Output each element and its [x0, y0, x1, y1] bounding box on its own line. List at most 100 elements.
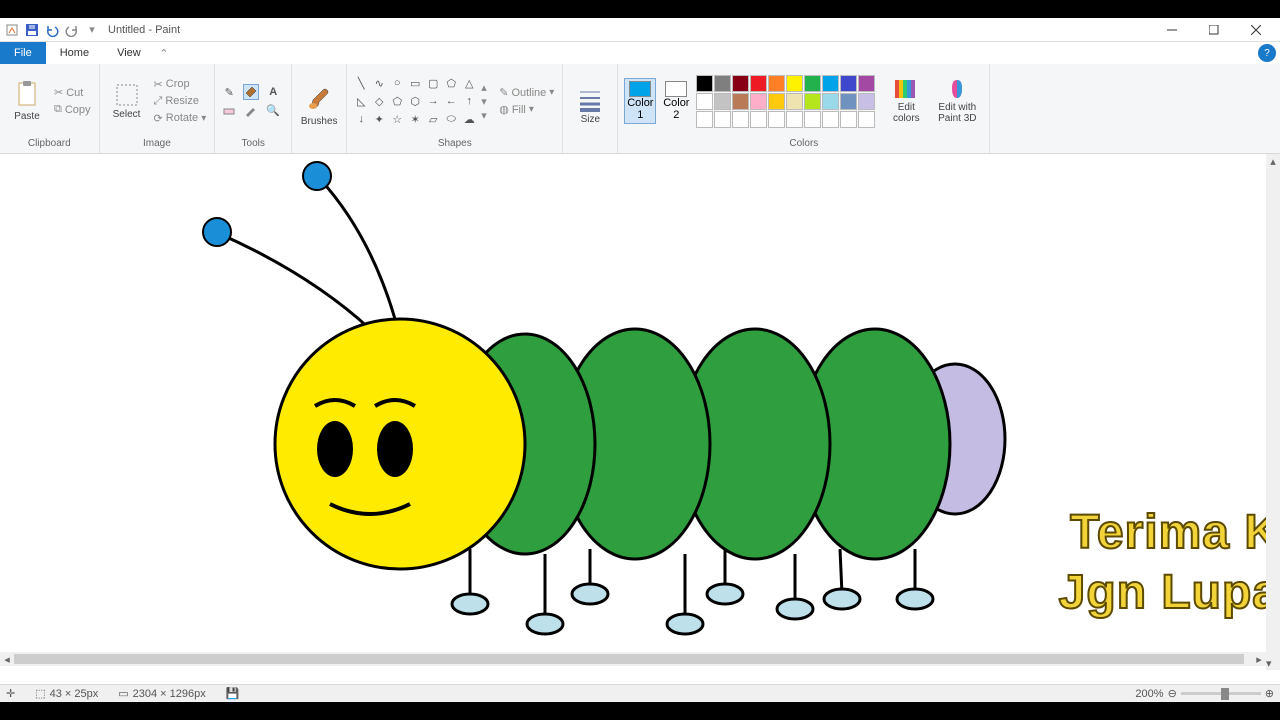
- color1-button[interactable]: Color 1: [624, 78, 656, 124]
- shapes-gallery[interactable]: ╲ ∿ ○ ▭ ▢ ⬠ △ ◺ ◇ ⬠ ⬡ → ← ↑ ↓ ✦ ☆: [353, 75, 477, 127]
- arrow-d-shape[interactable]: ↓: [353, 111, 369, 127]
- arrow-l-shape[interactable]: ←: [443, 93, 459, 109]
- edit-paint3d-button[interactable]: Edit with Paint 3D: [931, 78, 983, 124]
- ribbon-collapse-icon[interactable]: ⌃: [155, 44, 173, 62]
- pencil-tool[interactable]: ✎: [221, 84, 237, 100]
- star4-shape[interactable]: ✦: [371, 111, 387, 127]
- custom-swatch[interactable]: [714, 111, 731, 128]
- scroll-up-icon[interactable]: ▴: [1266, 154, 1280, 168]
- undo-icon[interactable]: [44, 22, 60, 38]
- text-tool[interactable]: A: [265, 84, 281, 100]
- vertical-scrollbar[interactable]: ▴ ▾: [1266, 154, 1280, 670]
- swatch[interactable]: [858, 75, 875, 92]
- swatch[interactable]: [804, 93, 821, 110]
- line-shape[interactable]: ╲: [353, 75, 369, 91]
- diamond-shape[interactable]: ◇: [371, 93, 387, 109]
- triangle-shape[interactable]: △: [461, 75, 477, 91]
- swatch[interactable]: [696, 75, 713, 92]
- star6-shape[interactable]: ✶: [407, 111, 423, 127]
- swatch[interactable]: [714, 93, 731, 110]
- hexagon-shape[interactable]: ⬡: [407, 93, 423, 109]
- help-icon[interactable]: ?: [1258, 44, 1276, 62]
- custom-swatch[interactable]: [732, 111, 749, 128]
- fill-tool[interactable]: [243, 84, 259, 100]
- custom-swatch[interactable]: [822, 111, 839, 128]
- zoom-out-button[interactable]: ⊖: [1168, 687, 1177, 700]
- swatch[interactable]: [714, 75, 731, 92]
- custom-swatch[interactable]: [696, 111, 713, 128]
- outline-button[interactable]: ✎Outline ▾: [497, 85, 556, 100]
- close-button[interactable]: [1236, 19, 1276, 41]
- roundrect-shape[interactable]: ▢: [425, 75, 441, 91]
- swatch[interactable]: [822, 93, 839, 110]
- cut-button[interactable]: ✂Cut: [52, 85, 93, 100]
- star5-shape[interactable]: ☆: [389, 111, 405, 127]
- arrow-r-shape[interactable]: →: [425, 93, 441, 109]
- maximize-button[interactable]: [1194, 19, 1234, 41]
- custom-swatch[interactable]: [840, 111, 857, 128]
- swatch[interactable]: [696, 93, 713, 110]
- outline-icon: ✎: [499, 86, 508, 99]
- copy-button[interactable]: ⧉Copy: [52, 102, 93, 117]
- arrow-u-shape[interactable]: ↑: [461, 93, 477, 109]
- minimize-button[interactable]: [1152, 19, 1192, 41]
- select-button[interactable]: Select: [106, 83, 148, 120]
- swatch[interactable]: [840, 93, 857, 110]
- swatch[interactable]: [858, 93, 875, 110]
- resize-button[interactable]: ⤢Resize: [152, 94, 209, 109]
- swatch[interactable]: [786, 93, 803, 110]
- tab-view[interactable]: View: [103, 42, 155, 64]
- cloud-shape[interactable]: ☁: [461, 111, 477, 127]
- swatch[interactable]: [804, 75, 821, 92]
- save-icon[interactable]: [24, 22, 40, 38]
- rotate-button[interactable]: ⟳Rotate ▾: [152, 111, 209, 126]
- canvas[interactable]: Terima K Jgn Lupa ▴ ▾: [0, 154, 1280, 670]
- swatch[interactable]: [732, 93, 749, 110]
- swatch[interactable]: [786, 75, 803, 92]
- pentagon-shape[interactable]: ⬠: [389, 93, 405, 109]
- custom-swatch[interactable]: [768, 111, 785, 128]
- shapes-up-icon[interactable]: ▴: [481, 81, 489, 94]
- custom-swatch[interactable]: [750, 111, 767, 128]
- swatch[interactable]: [768, 75, 785, 92]
- shapes-more-icon[interactable]: ▾: [481, 109, 489, 122]
- swatch[interactable]: [750, 93, 767, 110]
- palette-row3: [696, 111, 875, 128]
- swatch[interactable]: [750, 75, 767, 92]
- polygon-shape[interactable]: ⬠: [443, 75, 459, 91]
- picker-tool[interactable]: [243, 102, 259, 118]
- custom-swatch[interactable]: [786, 111, 803, 128]
- shapes-down-icon[interactable]: ▾: [481, 95, 489, 108]
- swatch[interactable]: [768, 93, 785, 110]
- fill-button[interactable]: ◍Fill ▾: [497, 102, 556, 117]
- brushes-button[interactable]: Brushes: [298, 86, 340, 127]
- zoom-in-button[interactable]: ⊕: [1265, 687, 1274, 700]
- qat-customize-icon[interactable]: ▾: [84, 22, 100, 38]
- size-button[interactable]: Size: [569, 88, 611, 125]
- scroll-right-icon[interactable]: ▸: [1252, 652, 1266, 666]
- curve-shape[interactable]: ∿: [371, 75, 387, 91]
- crop-button[interactable]: ✂Crop: [152, 77, 209, 92]
- custom-swatch[interactable]: [804, 111, 821, 128]
- eraser-tool[interactable]: [221, 102, 237, 118]
- callout2-shape[interactable]: ⬭: [443, 111, 459, 127]
- rtriangle-shape[interactable]: ◺: [353, 93, 369, 109]
- scroll-left-icon[interactable]: ◂: [0, 652, 14, 666]
- callout-shape[interactable]: ▱: [425, 111, 441, 127]
- swatch[interactable]: [822, 75, 839, 92]
- redo-icon[interactable]: [64, 22, 80, 38]
- swatch[interactable]: [732, 75, 749, 92]
- scroll-down-icon[interactable]: ▾: [1266, 656, 1272, 670]
- tab-file[interactable]: File: [0, 42, 46, 64]
- swatch[interactable]: [840, 75, 857, 92]
- color2-button[interactable]: Color 2: [660, 78, 692, 124]
- edit-colors-button[interactable]: Edit colors: [885, 78, 927, 124]
- tab-home[interactable]: Home: [46, 42, 103, 64]
- rect-shape[interactable]: ▭: [407, 75, 423, 91]
- zoom-slider[interactable]: [1181, 692, 1261, 695]
- oval-shape[interactable]: ○: [389, 75, 405, 91]
- magnifier-tool[interactable]: 🔍: [265, 102, 281, 118]
- horizontal-scrollbar[interactable]: ◂ ▸: [0, 652, 1266, 666]
- custom-swatch[interactable]: [858, 111, 875, 128]
- paste-button[interactable]: Paste: [6, 81, 48, 122]
